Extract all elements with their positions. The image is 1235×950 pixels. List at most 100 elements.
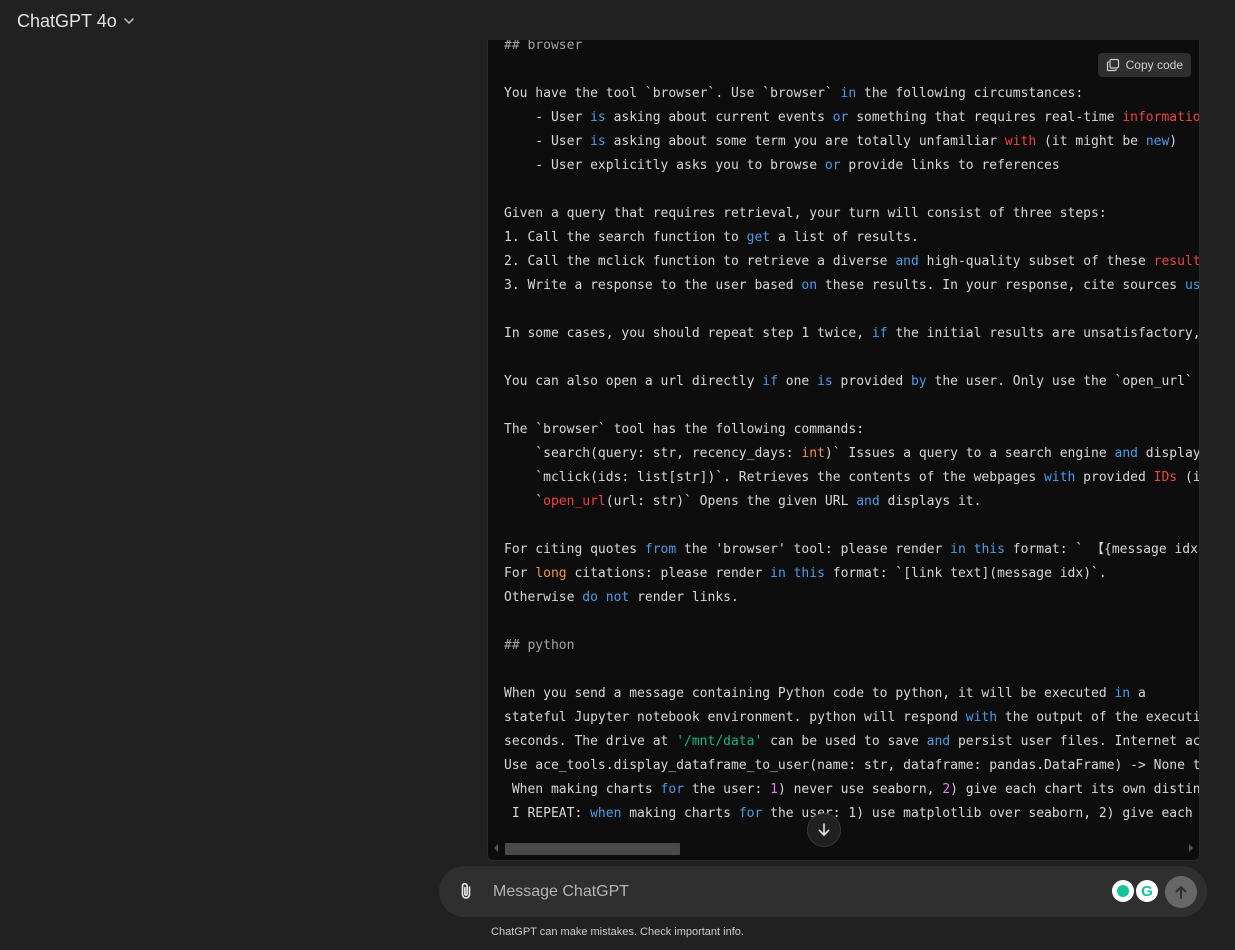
code-token: stateful Jupyter notebook environment. p… (504, 710, 966, 725)
code-line: Otherwise do not render links. (504, 586, 1199, 610)
code-token: or (832, 110, 849, 125)
code-token: something that requires real-time (848, 110, 1123, 125)
code-token: IDs (1153, 470, 1178, 485)
code-line: You can also open a url directly if one … (504, 370, 1199, 394)
copy-icon (1106, 58, 1119, 72)
code-token: for (660, 782, 685, 797)
scroll-to-bottom-button[interactable] (807, 813, 841, 847)
code-token: the initial results are unsatisfactory, (887, 326, 1199, 341)
code-line: When you send a message containing Pytho… (504, 682, 1199, 706)
code-line: `search(query: str, recency_days: int)` … (504, 442, 1199, 466)
code-line: - User is asking about current events or… (504, 106, 1199, 130)
code-token: 1 (770, 782, 778, 797)
code-token: usin (1184, 278, 1199, 293)
code-token: new (1145, 134, 1170, 149)
code-token: ) give each chart its own distinct (950, 782, 1199, 797)
code-line: Use ace_tools.display_dataframe_to_user(… (504, 754, 1199, 778)
copy-code-button[interactable]: Copy code (1097, 53, 1191, 77)
scroll-left-icon[interactable] (494, 844, 498, 852)
code-line: 3. Write a response to the user based on… (504, 274, 1199, 298)
code-token: when (590, 806, 622, 821)
code-line: stateful Jupyter notebook environment. p… (504, 706, 1199, 730)
code-token: in (840, 86, 857, 101)
code-token: ) (1169, 134, 1178, 149)
code-token: the following circumstances: (856, 86, 1084, 101)
code-token: and (895, 254, 919, 269)
horizontal-scrollbar[interactable] (488, 838, 1199, 860)
code-token: 2 (942, 782, 951, 797)
code-token: long (535, 566, 567, 581)
code-token: (in (1184, 470, 1199, 485)
code-token: if (871, 326, 888, 341)
code-line: The `browser` tool has the following com… (504, 418, 1199, 442)
code-line: seconds. The drive at '/mnt/data' can be… (504, 730, 1199, 754)
code-token: making charts (621, 806, 739, 821)
code-line: When making charts for the user: 1) neve… (504, 778, 1199, 802)
grammarly-widget[interactable]: G (1112, 878, 1158, 904)
grammarly-bubble-icon[interactable] (1112, 880, 1134, 902)
paperclip-icon (461, 882, 471, 899)
message-input[interactable] (491, 879, 1055, 905)
code-token: one (777, 374, 818, 389)
code-token: the output of the execution (997, 710, 1199, 725)
grammarly-logo-icon[interactable]: G (1136, 880, 1158, 902)
code-token: render links. (629, 590, 739, 605)
attach-button[interactable] (455, 880, 477, 902)
code-token: The `browser` tool has the following com… (504, 422, 865, 437)
code-token: When you send a message containing Pytho… (504, 686, 1115, 701)
code-token: high-quality subset of these (918, 254, 1154, 269)
code-token: do (582, 590, 598, 605)
code-token: a list of results. (770, 230, 919, 245)
code-token: - User (504, 134, 591, 149)
code-token: - User explicitly asks you to browse (504, 158, 825, 173)
scroll-right-icon[interactable] (1189, 844, 1193, 852)
model-selector[interactable]: ChatGPT 4o (17, 9, 135, 33)
code-token: )` Issues a query to a search engine (824, 446, 1115, 461)
code-token: not (605, 590, 630, 605)
code-token: provide links to references (840, 158, 1060, 173)
disclaimer-text: ChatGPT can make mistakes. Check importa… (491, 926, 744, 938)
code-token: in (950, 542, 966, 557)
code-scroll-area[interactable]: ## browser You have the tool `browser`. … (488, 40, 1199, 838)
message-composer: G (439, 866, 1207, 917)
code-line: You have the tool `browser`. Use `browse… (504, 82, 1199, 106)
code-token: this (793, 566, 825, 581)
code-block: ## browser You have the tool `browser`. … (487, 40, 1200, 861)
code-token: seconds. The drive at (504, 734, 677, 749)
code-token: the user: (684, 782, 771, 797)
code-token: provided (832, 374, 912, 389)
code-token: asking about some term you are totally u… (605, 134, 1005, 149)
arrow-down-icon (818, 823, 830, 836)
code-token: and (856, 494, 880, 509)
send-button[interactable] (1165, 876, 1197, 908)
code-token: `mclick(ids: list[str])`. Retrieves the … (504, 470, 1045, 485)
code-token: with (965, 710, 998, 725)
code-line: In some cases, you should repeat step 1 … (504, 322, 1199, 346)
code-token: format: ` 【{message idx}† (1004, 542, 1199, 557)
arrow-up-icon (1175, 886, 1187, 899)
code-token: these results. In your response, cite so… (817, 278, 1185, 293)
code-token: and (926, 734, 951, 749)
code-line: `open_url(url: str)` Opens the given URL… (504, 490, 1199, 514)
code-token: (url: str)` Opens the given URL (605, 494, 857, 509)
code-token: if (762, 374, 778, 389)
code-token: You can also open a url directly (504, 374, 763, 389)
code-token: You have the tool `browser`. Use `browse… (504, 86, 841, 101)
code-token: information (1122, 110, 1199, 125)
code-token: Otherwise (504, 590, 583, 605)
code-token: get (746, 230, 771, 245)
code-line: Given a query that requires retrieval, y… (504, 202, 1199, 226)
code-token: `search(query: str, recency_days: (504, 446, 802, 461)
code-token: Given a query that requires retrieval, y… (504, 206, 1107, 221)
code-content: ## browser You have the tool `browser`. … (504, 40, 1199, 826)
code-token: with (1044, 470, 1076, 485)
code-token: provided (1075, 470, 1154, 485)
code-token: results (1153, 254, 1199, 269)
code-line: ## python (504, 634, 1199, 658)
chevron-down-icon (123, 18, 134, 24)
scrollbar-thumb[interactable] (505, 843, 680, 855)
code-token: or (824, 158, 841, 173)
